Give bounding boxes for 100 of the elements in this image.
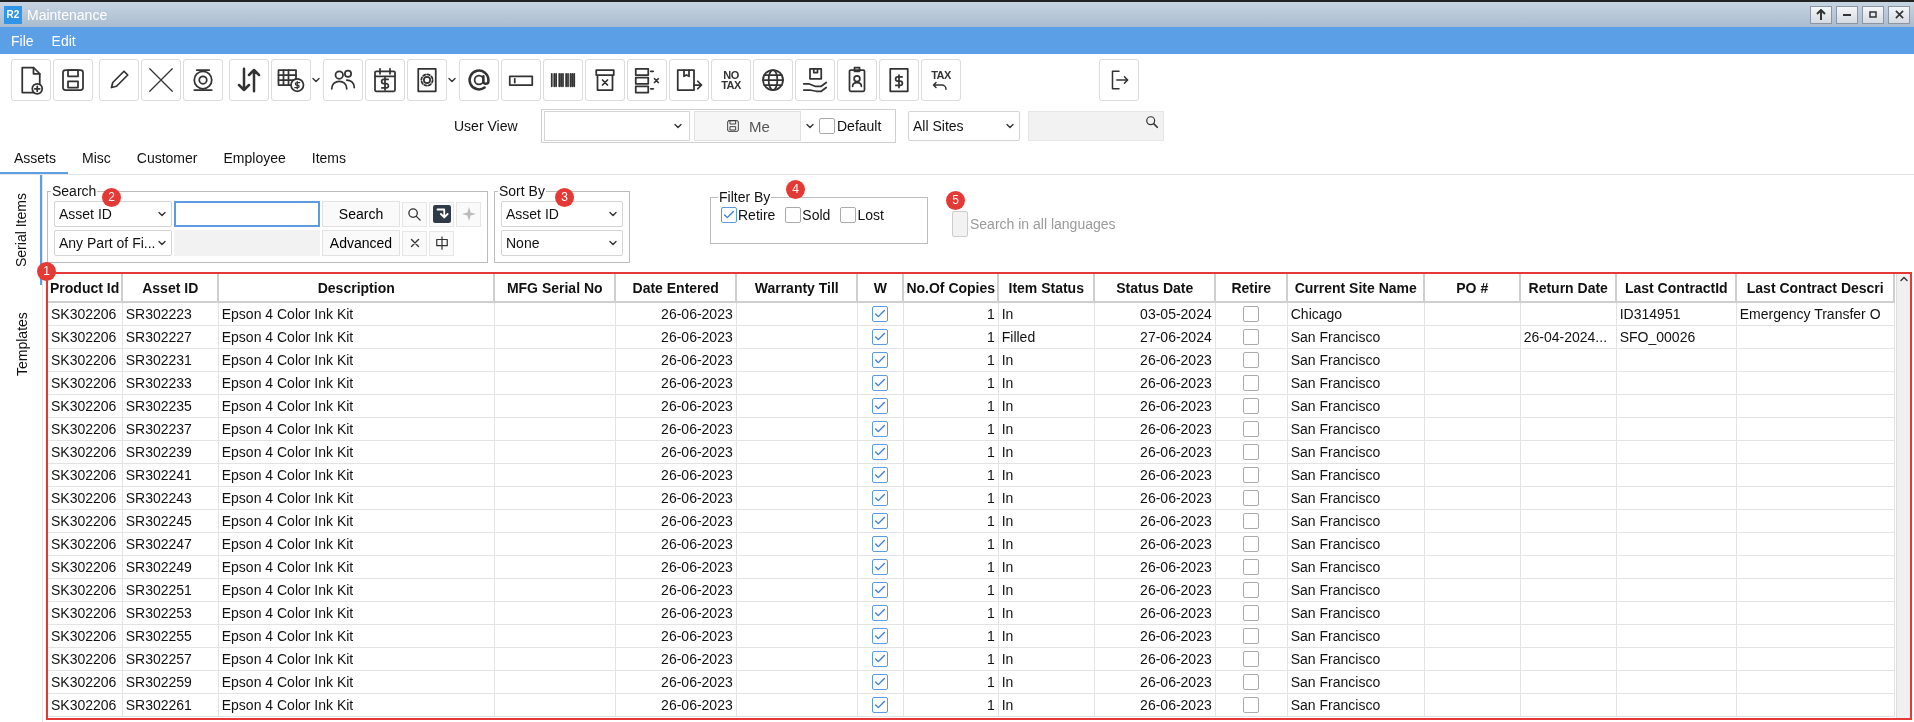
- checkbox[interactable]: [872, 536, 889, 553]
- exit-button[interactable]: [1099, 59, 1139, 101]
- floppy-disk-button[interactable]: [53, 59, 93, 101]
- column-header[interactable]: Last Contract Descri: [1736, 274, 1895, 302]
- tab[interactable]: Employee: [209, 150, 298, 174]
- checkbox[interactable]: [1243, 490, 1260, 507]
- checkbox[interactable]: [872, 651, 889, 668]
- people-button[interactable]: [323, 59, 363, 101]
- site-select[interactable]: All Sites: [908, 111, 1020, 141]
- checkbox[interactable]: [872, 375, 889, 392]
- tax-button[interactable]: TAX: [921, 59, 961, 101]
- checkbox[interactable]: [1243, 674, 1260, 691]
- barcode-button[interactable]: [543, 59, 583, 101]
- checkbox[interactable]: [872, 467, 889, 484]
- box-arrow-button[interactable]: [669, 59, 709, 101]
- checkbox[interactable]: [1243, 306, 1260, 323]
- checkbox[interactable]: [1243, 444, 1260, 461]
- checkbox[interactable]: [1243, 329, 1260, 346]
- search-icon-button[interactable]: [402, 201, 427, 227]
- checkbox[interactable]: [872, 513, 889, 530]
- column-header[interactable]: Retire: [1215, 274, 1288, 302]
- checkbox[interactable]: [872, 329, 889, 346]
- split-button[interactable]: [429, 230, 454, 256]
- new-document-button[interactable]: [11, 59, 51, 101]
- column-header[interactable]: Warranty Till: [736, 274, 858, 302]
- calendar-dollar-button[interactable]: [365, 59, 405, 101]
- checkbox[interactable]: [872, 582, 889, 599]
- clear-button[interactable]: [402, 230, 427, 256]
- checkbox[interactable]: [1243, 421, 1260, 438]
- checkbox[interactable]: [1243, 697, 1260, 714]
- checkbox[interactable]: [872, 559, 889, 576]
- checkbox[interactable]: [840, 207, 857, 223]
- column-header[interactable]: No.Of Copies: [903, 274, 999, 302]
- checkbox[interactable]: [1243, 605, 1260, 622]
- id-badge-button[interactable]: [837, 59, 877, 101]
- cross-button[interactable]: [141, 59, 181, 101]
- checkbox[interactable]: [1243, 352, 1260, 369]
- checkbox[interactable]: [872, 697, 889, 714]
- minimize-button[interactable]: [1836, 5, 1858, 24]
- column-header[interactable]: Item Status: [998, 274, 1095, 302]
- column-header[interactable]: Product Id: [48, 274, 123, 302]
- tab[interactable]: Customer: [122, 150, 210, 174]
- list-cross-button[interactable]: [627, 59, 667, 101]
- checkbox[interactable]: [1243, 398, 1260, 415]
- tab[interactable]: Assets: [0, 150, 68, 174]
- hand-box-button[interactable]: [795, 59, 835, 101]
- checkbox[interactable]: [872, 490, 889, 507]
- dropdown[interactable]: Asset ID: [54, 201, 172, 227]
- column-header[interactable]: Last ContractId: [1616, 274, 1737, 302]
- checkbox[interactable]: [1243, 559, 1260, 576]
- price-grid-button[interactable]: [271, 59, 321, 101]
- tab[interactable]: Misc: [68, 150, 123, 174]
- checkbox[interactable]: [872, 444, 889, 461]
- redirect-button[interactable]: [429, 201, 454, 227]
- column-header[interactable]: PO #: [1424, 274, 1521, 302]
- column-header[interactable]: W: [857, 274, 904, 302]
- checkbox[interactable]: [1243, 628, 1260, 645]
- checkbox[interactable]: [1243, 513, 1260, 530]
- dropdown[interactable]: None: [501, 230, 623, 256]
- search-button[interactable]: Search: [322, 201, 400, 227]
- pencil-button[interactable]: [99, 59, 139, 101]
- side-tab[interactable]: Templates: [0, 285, 42, 403]
- restore-button[interactable]: [1862, 5, 1884, 24]
- column-header[interactable]: Status Date: [1094, 274, 1216, 302]
- advanced-button[interactable]: Advanced: [322, 230, 400, 256]
- box-cross-button[interactable]: [585, 59, 625, 101]
- checkbox[interactable]: [872, 306, 889, 323]
- globe-button[interactable]: [753, 59, 793, 101]
- dollar-button[interactable]: [879, 59, 919, 101]
- checkbox[interactable]: [1243, 651, 1260, 668]
- dropdown[interactable]: Any Part of Fi...: [54, 230, 172, 256]
- checkbox[interactable]: [872, 674, 889, 691]
- column-header[interactable]: Return Date: [1520, 274, 1617, 302]
- tax-button[interactable]: NO TAX: [711, 59, 751, 101]
- checkbox[interactable]: [1243, 536, 1260, 553]
- checkbox[interactable]: [1243, 582, 1260, 599]
- gear-document-button[interactable]: [407, 59, 457, 101]
- scale-button[interactable]: [183, 59, 223, 101]
- at-sign-button[interactable]: [459, 59, 499, 101]
- dropdown[interactable]: Asset ID: [501, 201, 623, 227]
- sort-arrows-button[interactable]: [229, 59, 269, 101]
- pin-button[interactable]: [1810, 5, 1832, 24]
- checkbox[interactable]: [819, 118, 835, 134]
- close-button[interactable]: [1888, 5, 1910, 24]
- checkbox[interactable]: [872, 352, 889, 369]
- column-header[interactable]: Description: [218, 274, 495, 302]
- checkbox[interactable]: [872, 398, 889, 415]
- column-header[interactable]: Current Site Name: [1287, 274, 1425, 302]
- me-button[interactable]: Me: [694, 111, 801, 141]
- search-field[interactable]: [174, 201, 320, 227]
- input-box-button[interactable]: [501, 59, 541, 101]
- checkbox[interactable]: [872, 605, 889, 622]
- tab[interactable]: Items: [297, 150, 358, 174]
- column-header[interactable]: MFG Serial No: [494, 274, 616, 302]
- checkbox[interactable]: [872, 421, 889, 438]
- column-header[interactable]: Date Entered: [615, 274, 737, 302]
- checkbox[interactable]: [785, 207, 802, 223]
- column-header[interactable]: Asset ID: [122, 274, 219, 302]
- checkbox[interactable]: [721, 207, 737, 223]
- checkbox[interactable]: [1243, 467, 1260, 484]
